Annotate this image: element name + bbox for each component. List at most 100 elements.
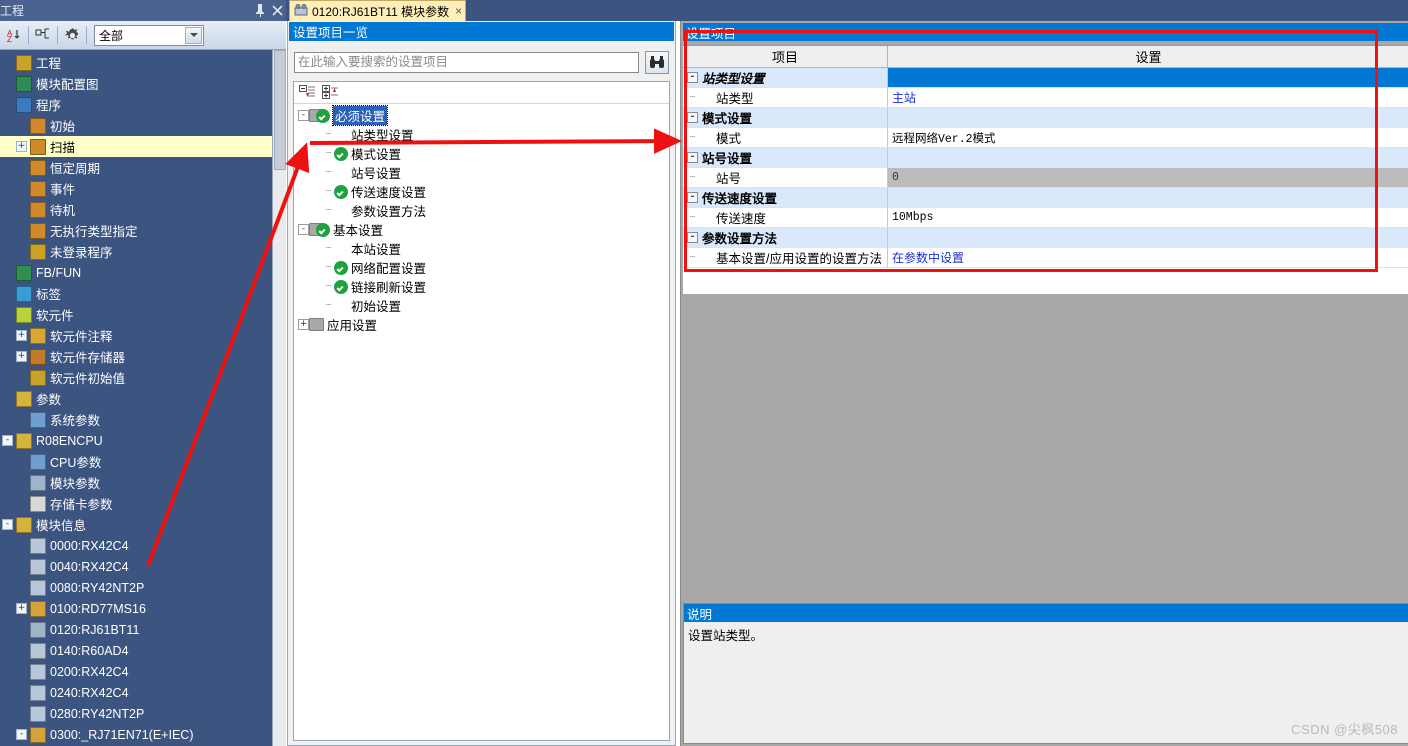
nav-item[interactable]: 恒定周期 xyxy=(0,157,272,178)
setting-grid-item-cell[interactable]: - 传送速度设置 xyxy=(683,188,888,208)
setting-tree-rows[interactable]: - 必须设置 ┄ 站类型设置 ┄ 模式设置 ┄ 站号设置 ┄ 传送速度设置 ┄ 参数设置方法 - 基本设置… xyxy=(294,104,669,334)
nav-item[interactable]: 0200:RX42C4 xyxy=(0,661,272,682)
expand-icon[interactable]: + xyxy=(298,319,309,330)
nav-item[interactable]: 0240:RX42C4 xyxy=(0,682,272,703)
nav-item[interactable]: 事件 xyxy=(0,178,272,199)
setting-tree-item[interactable]: + 应用设置 xyxy=(294,315,669,334)
setting-tree-item[interactable]: ┄ 初始设置 xyxy=(294,296,669,315)
filter-dropdown[interactable]: 全部 xyxy=(94,24,204,46)
setting-grid-item-cell[interactable]: ┄ 站号 xyxy=(683,168,888,188)
setting-grid-value-cell[interactable]: 10Mbps xyxy=(888,208,1408,228)
setting-grid-item-cell[interactable]: - 参数设置方法 xyxy=(683,228,888,248)
collapse-icon[interactable]: - xyxy=(687,72,698,83)
setting-grid-row[interactable]: - 站类型设置 xyxy=(683,68,1408,88)
setting-grid-item-cell[interactable]: - 模式设置 xyxy=(683,108,888,128)
setting-grid-item-cell[interactable]: ┄ 基本设置/应用设置的设置方法 xyxy=(683,248,888,268)
expand-icon[interactable]: + xyxy=(16,141,27,152)
setting-grid-value-cell[interactable]: 0 xyxy=(888,168,1408,188)
setting-grid-item-cell[interactable]: ┄ 模式 xyxy=(683,128,888,148)
setting-grid-value-cell[interactable]: 主站 xyxy=(888,88,1408,108)
nav-item[interactable]: 模块配置图 xyxy=(0,73,272,94)
collapse-icon[interactable]: - xyxy=(2,435,13,446)
setting-grid-item-cell[interactable]: - 站类型设置 xyxy=(683,68,888,88)
nav-item[interactable]: 待机 xyxy=(0,199,272,220)
setting-tree-item[interactable]: ┄ 模式设置 xyxy=(294,144,669,163)
search-input[interactable] xyxy=(294,51,639,73)
nav-item[interactable]: 工程 xyxy=(0,52,272,73)
collapse-icon[interactable]: - xyxy=(687,192,698,203)
close-icon[interactable]: × xyxy=(455,4,462,18)
setting-grid-value-cell[interactable] xyxy=(888,228,1408,248)
nav-item[interactable]: 无执行类型指定 xyxy=(0,220,272,241)
setting-tree-item[interactable]: - 基本设置 xyxy=(294,220,669,239)
expand-icon[interactable]: + xyxy=(16,330,27,341)
setting-tree-item[interactable]: - 必须设置 xyxy=(294,105,669,126)
tab-module-parameter[interactable]: 0120:RJ61BT11 模块参数 × xyxy=(289,0,467,21)
gear-icon[interactable] xyxy=(61,24,83,46)
nav-item[interactable]: CPU参数 xyxy=(0,451,272,472)
nav-item[interactable]: 存储卡参数 xyxy=(0,493,272,514)
setting-grid-value-cell[interactable] xyxy=(888,188,1408,208)
sort-icon[interactable]: A Z xyxy=(3,24,25,46)
setting-grid-row[interactable]: - 站号设置 xyxy=(683,148,1408,168)
nav-item[interactable]: +0100:RD77MS16 xyxy=(0,598,272,619)
nav-item[interactable]: + 扫描 xyxy=(0,136,272,157)
nav-item[interactable]: + 软元件注释 xyxy=(0,325,272,346)
pin-icon[interactable] xyxy=(252,1,269,20)
setting-grid-item-cell[interactable]: ┄ 站类型 xyxy=(683,88,888,108)
nav-item[interactable]: 0040:RX42C4 xyxy=(0,556,272,577)
nav-item[interactable]: - R08ENCPU xyxy=(0,430,272,451)
collapse-icon[interactable]: - xyxy=(687,112,698,123)
setting-grid-row[interactable]: ┄ 传送速度 10Mbps xyxy=(683,208,1408,228)
setting-grid-row[interactable]: - 模式设置 xyxy=(683,108,1408,128)
nav-item[interactable]: 0120:RJ61BT11 xyxy=(0,619,272,640)
setting-grid-value-cell[interactable] xyxy=(888,148,1408,168)
nav-item[interactable]: 软元件 xyxy=(0,304,272,325)
setting-grid-row[interactable]: ┄ 基本设置/应用设置的设置方法 在参数中设置 xyxy=(683,248,1408,268)
nav-item[interactable]: + 软元件存储器 xyxy=(0,346,272,367)
setting-grid-row[interactable]: ┄ 站类型 主站 xyxy=(683,88,1408,108)
setting-tree-item[interactable]: ┄ 网络配置设置 xyxy=(294,258,669,277)
setting-grid[interactable]: 项目 设置 - 站类型设置 ┄ 站类型 主站 - 模式设置 ┄ 模式 远程网络Ver.2模式 - 站号… xyxy=(683,45,1408,294)
nav-item[interactable]: - 0300:_RJ71EN71(E+IEC) xyxy=(0,724,272,745)
setting-grid-row[interactable]: ┄ 站号 0 xyxy=(683,168,1408,188)
expand-icon[interactable]: + xyxy=(16,603,27,614)
navigator-tree[interactable]: 工程 模块配置图 程序 初始 + 扫描 恒定周期 事件 待机 无执行类型指定 未登录程序 FB/FUN… xyxy=(0,50,272,746)
setting-grid-item-cell[interactable]: ┄ 传送速度 xyxy=(683,208,888,228)
setting-grid-row[interactable]: ┄ 模式 远程网络Ver.2模式 xyxy=(683,128,1408,148)
expand-all-icon[interactable] xyxy=(320,84,340,102)
setting-grid-value-cell[interactable] xyxy=(888,108,1408,128)
setting-tree-item[interactable]: ┄ 链接刷新设置 xyxy=(294,277,669,296)
nav-item[interactable]: FB/FUN xyxy=(0,262,272,283)
navigator-scrollbar-thumb[interactable] xyxy=(274,50,286,170)
nav-item[interactable]: - 模块信息 xyxy=(0,514,272,535)
collapse-icon[interactable]: - xyxy=(687,152,698,163)
nav-item[interactable]: 未登录程序 xyxy=(0,241,272,262)
collapse-icon[interactable]: - xyxy=(298,224,309,235)
collapse-icon[interactable]: - xyxy=(298,110,309,121)
nav-item[interactable]: 程序 xyxy=(0,94,272,115)
setting-grid-value-cell[interactable] xyxy=(888,68,1408,88)
nav-item[interactable]: 0280:RY42NT2P xyxy=(0,703,272,724)
expand-icon[interactable]: + xyxy=(16,351,27,362)
setting-grid-row[interactable]: - 传送速度设置 xyxy=(683,188,1408,208)
nav-item[interactable]: 初始 xyxy=(0,115,272,136)
setting-grid-value-cell[interactable]: 远程网络Ver.2模式 xyxy=(888,128,1408,148)
setting-tree-item[interactable]: ┄ 传送速度设置 xyxy=(294,182,669,201)
nav-item[interactable]: 标签 xyxy=(0,283,272,304)
nav-item[interactable]: 系统参数 xyxy=(0,409,272,430)
collapse-icon[interactable]: - xyxy=(2,519,13,530)
collapse-icon[interactable]: - xyxy=(687,232,698,243)
view-layout-icon[interactable] xyxy=(32,24,54,46)
close-icon[interactable] xyxy=(269,1,286,20)
setting-tree-item[interactable]: ┄ 站类型设置 xyxy=(294,125,669,144)
nav-item[interactable]: 参数 xyxy=(0,388,272,409)
nav-item[interactable]: 0140:R60AD4 xyxy=(0,640,272,661)
setting-tree-item[interactable]: ┄ 本站设置 xyxy=(294,239,669,258)
nav-item[interactable]: 软元件初始值 xyxy=(0,367,272,388)
nav-item[interactable]: 0080:RY42NT2P xyxy=(0,577,272,598)
setting-grid-value-cell[interactable]: 在参数中设置 xyxy=(888,248,1408,268)
nav-item[interactable]: 模块参数 xyxy=(0,472,272,493)
collapse-all-icon[interactable] xyxy=(297,84,317,102)
setting-grid-body[interactable]: - 站类型设置 ┄ 站类型 主站 - 模式设置 ┄ 模式 远程网络Ver.2模式 - 站号设置 ┄ 站号 0… xyxy=(683,68,1408,268)
